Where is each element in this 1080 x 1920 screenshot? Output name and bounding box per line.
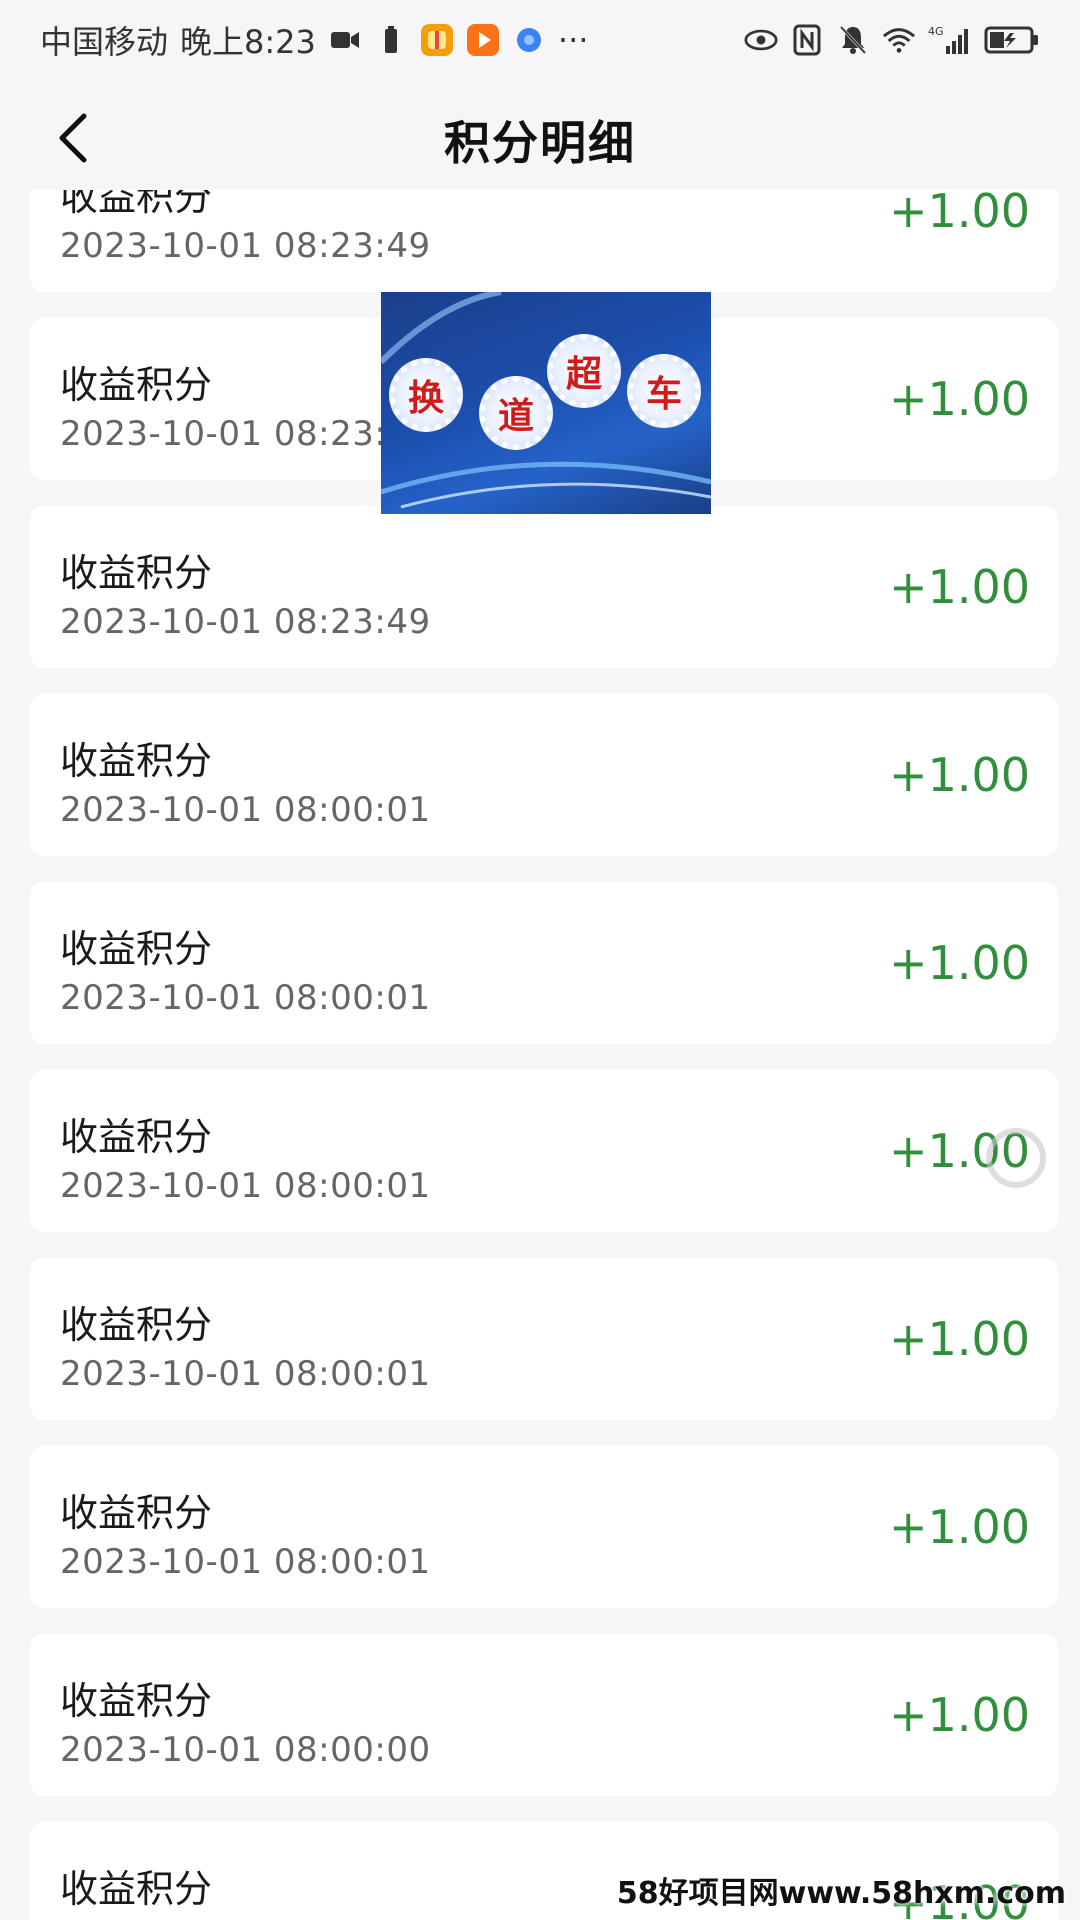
list-item[interactable]: 收益积分 2023-10-01 08:00:00 +1.00	[30, 1634, 1058, 1796]
wifi-icon	[882, 23, 916, 57]
list-item[interactable]: 收益积分 2023-10-01 08:00:01 +1.00	[30, 694, 1058, 856]
item-title: 收益积分	[60, 1679, 213, 1723]
item-title: 收益积分	[60, 927, 213, 971]
item-points: +1.00	[889, 190, 1030, 238]
item-timestamp: 2023-10-01 08:00:01	[60, 1354, 431, 1394]
more-notifications-icon: ···	[557, 21, 589, 59]
network-type-label: 4G	[928, 25, 944, 38]
status-right: 4G	[744, 23, 1040, 57]
item-timestamp: 2023-10-01 08:23:49	[60, 602, 431, 642]
list-item[interactable]: 收益积分 2023-10-01 08:00:01 +1.00	[30, 1258, 1058, 1420]
battery-charging-icon	[984, 23, 1040, 57]
item-title: 收益积分	[60, 363, 213, 407]
item-timestamp: 2023-10-01 08:23:49	[60, 226, 431, 266]
item-timestamp: 2023-10-01 08:00:01	[60, 1166, 431, 1206]
item-timestamp: 2023-10-01 08:00:00	[60, 1730, 431, 1770]
item-points: +1.00	[889, 1688, 1030, 1742]
status-left: 中国移动 晚上8:23 ···	[40, 17, 588, 63]
app-icon-gift	[420, 23, 454, 57]
item-timestamp: 2023-10-01 08:00:01	[60, 978, 431, 1018]
item-points: +1.00	[889, 560, 1030, 614]
battery-small-icon	[374, 23, 408, 57]
eye-icon	[744, 23, 778, 57]
floating-ball-indicator[interactable]	[986, 1128, 1046, 1188]
browser-icon	[512, 23, 546, 57]
item-title: 收益积分	[60, 190, 213, 219]
item-timestamp: 2023-10-01 08:23:49	[60, 414, 431, 454]
back-button[interactable]	[42, 106, 106, 170]
watermark-text: 58好项目网www.58hxm.com	[616, 1876, 1066, 1911]
app-icon-play	[466, 23, 500, 57]
banner-gear-1: 换	[389, 358, 463, 432]
item-points: +1.00	[889, 748, 1030, 802]
item-title: 收益积分	[60, 1115, 213, 1159]
item-title: 收益积分	[60, 551, 213, 595]
item-title: 收益积分	[60, 1867, 213, 1911]
cellular-signal-icon: 4G	[928, 23, 972, 57]
header: 积分明细	[0, 80, 1080, 200]
item-points: +1.00	[889, 936, 1030, 990]
chevron-left-icon	[59, 113, 87, 163]
mute-bell-icon	[836, 23, 870, 57]
item-points: +1.00	[889, 1312, 1030, 1366]
page-title: 积分明细	[444, 116, 636, 170]
list-item[interactable]: 收益积分 2023-10-01 08:23:49 +1.00	[30, 190, 1058, 292]
list-item[interactable]: 收益积分 2023-10-01 08:23:49 +1.00	[30, 506, 1058, 668]
banner-gear-2: 道	[479, 376, 553, 450]
nfc-icon	[790, 23, 824, 57]
video-camera-icon	[328, 23, 362, 57]
list-item[interactable]: 收益积分 2023-10-01 08:00:01 +1.00	[30, 1446, 1058, 1608]
banner-gear-3: 超	[547, 334, 621, 408]
banner-gear-4: 车	[627, 354, 701, 428]
item-timestamp: 2023-10-01 08:00:01	[60, 1542, 431, 1582]
list-item[interactable]: 收益积分 2023-10-01 08:00:01 +1.00	[30, 1070, 1058, 1232]
item-title: 收益积分	[60, 739, 213, 783]
status-bar: 中国移动 晚上8:23 ··· 4G	[0, 0, 1080, 80]
item-points: +1.00	[889, 1500, 1030, 1554]
clock: 晚上8:23	[180, 23, 316, 61]
item-title: 收益积分	[60, 1491, 213, 1535]
item-title: 收益积分	[60, 1303, 213, 1347]
item-timestamp: 2023-10-01 08:00:01	[60, 790, 431, 830]
item-points: +1.00	[889, 372, 1030, 426]
overlay-banner-image: 换 道 超 车	[381, 292, 711, 514]
list-item[interactable]: 收益积分 2023-10-01 08:00:01 +1.00	[30, 882, 1058, 1044]
carrier-label: 中国移动	[40, 23, 169, 61]
